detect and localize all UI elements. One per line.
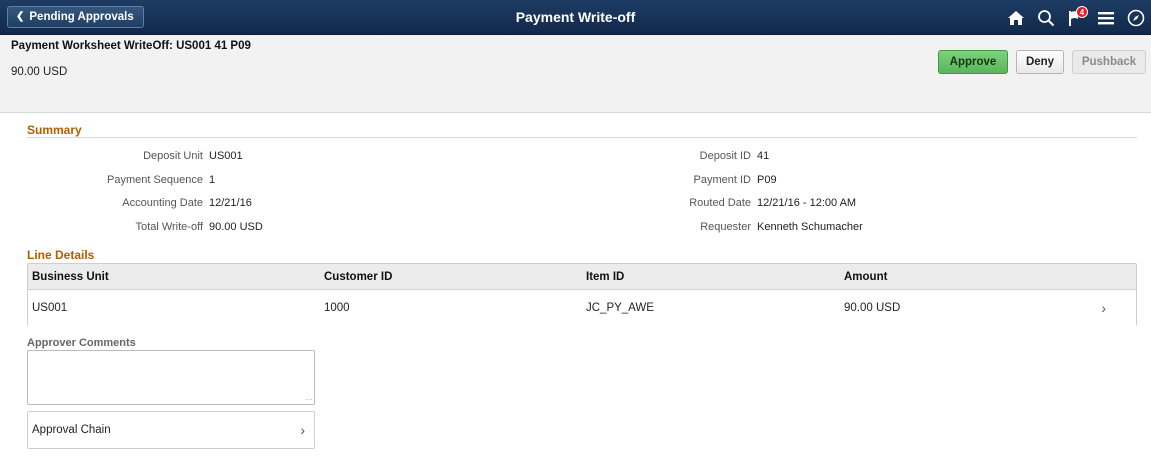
cell-business-unit: US001: [32, 302, 68, 314]
chevron-right-icon[interactable]: ›: [1101, 291, 1106, 325]
resize-grip-icon[interactable]: ⋯: [305, 395, 313, 404]
line-details-grid: Business Unit Customer ID Item ID Amount…: [27, 263, 1137, 326]
approve-button[interactable]: Approve: [938, 50, 1008, 74]
column-header[interactable]: Item ID: [586, 264, 624, 290]
line-details-title: Line Details: [27, 248, 95, 262]
notification-badge: 4: [1076, 6, 1088, 18]
menu-icon[interactable]: [1091, 0, 1121, 35]
summary-label: Deposit Unit: [143, 150, 203, 162]
page-title: Payment Write-off: [515, 9, 636, 25]
summary-label: Requester: [700, 221, 751, 233]
summary-value: 12/21/16 - 12:00 AM: [757, 197, 857, 209]
back-button[interactable]: ❮ Pending Approvals: [7, 6, 144, 28]
approver-comments-label: Approver Comments: [27, 337, 136, 349]
cell-customer-id: 1000: [324, 302, 350, 314]
summary-value: US001: [209, 150, 243, 162]
summary-value: 41: [757, 150, 770, 162]
worksheet-title: Payment Worksheet WriteOff: US001 41 P09: [11, 40, 251, 52]
summary-value: 1: [209, 174, 216, 186]
summary-divider: [27, 137, 1137, 138]
chevron-right-icon: ›: [300, 422, 305, 438]
summary-value: 90.00 USD: [209, 221, 263, 233]
summary-label: Deposit ID: [699, 150, 751, 162]
approval-chain-link[interactable]: Approval Chain ›: [27, 411, 315, 449]
approval-chain-label: Approval Chain: [32, 424, 111, 436]
banner-actions: 4: [1001, 0, 1151, 35]
approver-comments-input[interactable]: [27, 350, 315, 405]
summary-label: Routed Date: [689, 197, 751, 209]
back-button-label: Pending Approvals: [29, 11, 134, 23]
cell-amount: 90.00 USD: [844, 302, 901, 314]
summary-value: Kenneth Schumacher: [757, 221, 863, 233]
pushback-button[interactable]: Pushback: [1072, 50, 1146, 74]
cell-item-id: JC_PY_AWE: [586, 302, 654, 314]
search-icon[interactable]: [1031, 0, 1061, 35]
column-header[interactable]: Amount: [844, 264, 887, 290]
header-amount: 90.00 USD: [11, 66, 68, 78]
home-icon[interactable]: [1001, 0, 1031, 35]
summary-label: Payment ID: [693, 174, 751, 186]
grid-header: Business Unit Customer ID Item ID Amount: [28, 264, 1136, 290]
deny-button[interactable]: Deny: [1016, 50, 1064, 74]
summary-value: P09: [757, 174, 777, 186]
summary-label: Payment Sequence: [106, 174, 203, 186]
notification-flag-icon[interactable]: 4: [1061, 0, 1091, 35]
page-header: Payment Worksheet WriteOff: US001 41 P09…: [0, 35, 1151, 113]
summary-label: Accounting Date: [122, 197, 203, 209]
chevron-left-icon: ❮: [16, 11, 25, 22]
column-header[interactable]: Business Unit: [32, 264, 109, 290]
column-header[interactable]: Customer ID: [324, 264, 392, 290]
summary-label: Total Write-off: [135, 221, 203, 233]
top-banner: ❮ Pending Approvals Payment Write-off 4: [0, 0, 1151, 35]
navbar-compass-icon[interactable]: [1121, 0, 1151, 35]
summary-value: 12/21/16: [209, 197, 252, 209]
table-row[interactable]: US001 1000 JC_PY_AWE 90.00 USD ›: [28, 291, 1136, 326]
summary-title: Summary: [27, 123, 82, 137]
